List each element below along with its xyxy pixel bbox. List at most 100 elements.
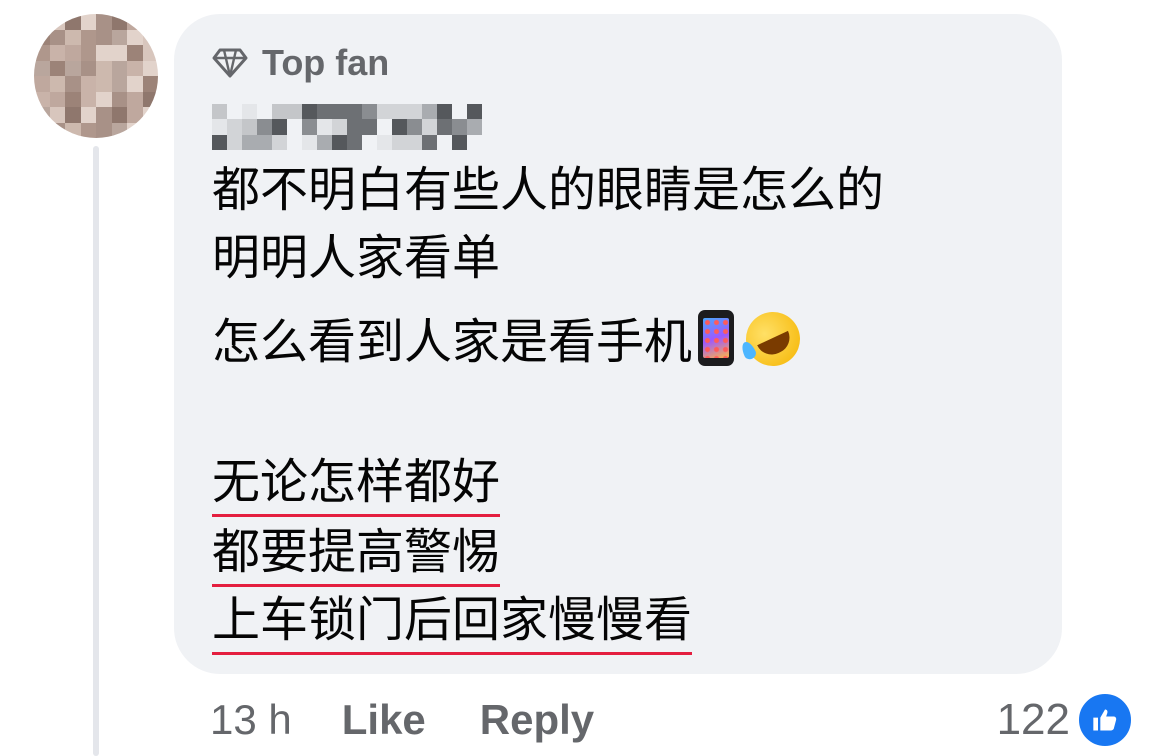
avatar-pixel xyxy=(80,107,96,123)
avatar-pixel xyxy=(96,122,112,138)
comment-line: 明明人家看单 xyxy=(212,228,500,288)
avatar-pixel xyxy=(34,76,50,92)
avatar-pixel xyxy=(34,29,50,45)
author-name-pixel xyxy=(407,119,422,135)
avatar-pixel xyxy=(34,60,50,76)
avatar-pixel xyxy=(96,14,112,30)
author-name-pixel xyxy=(467,119,482,135)
avatar-pixel xyxy=(49,122,65,138)
author-name-pixel xyxy=(332,104,347,120)
avatar-pixel xyxy=(111,76,127,92)
avatar-pixel xyxy=(111,60,127,76)
comment-text-underlined: 上车锁门后回家慢慢看 xyxy=(212,590,693,655)
author-name-pixel xyxy=(257,134,272,150)
avatar-pixel xyxy=(127,60,143,76)
author-name-pixel xyxy=(437,119,452,135)
avatar-pixel xyxy=(111,107,127,123)
avatar-pixel xyxy=(49,107,65,123)
author-name-pixel xyxy=(317,119,332,135)
avatar-pixel xyxy=(65,60,81,76)
avatar-pixel xyxy=(127,29,143,45)
author-name-pixel xyxy=(212,104,227,120)
avatar[interactable] xyxy=(34,14,158,138)
avatar-pixel xyxy=(80,45,96,61)
author-name-pixel xyxy=(302,134,317,150)
author-name-pixel xyxy=(377,134,392,150)
author-name-pixel xyxy=(452,134,467,150)
avatar-pixel xyxy=(142,14,158,30)
author-name-pixel xyxy=(257,104,272,120)
comment-text: 都不明白有些人的眼睛是怎么的 xyxy=(212,162,885,218)
rolling-on-floor-laughing-emoji xyxy=(737,303,809,375)
avatar-pixel xyxy=(65,91,81,107)
avatar-pixel xyxy=(65,107,81,123)
author-name-pixel xyxy=(377,104,392,120)
avatar-pixel xyxy=(49,45,65,61)
author-name-pixel xyxy=(392,119,407,135)
avatar-pixel xyxy=(127,14,143,30)
avatar-pixel xyxy=(65,14,81,30)
avatar-pixel xyxy=(80,76,96,92)
avatar-pixel xyxy=(80,122,96,138)
avatar-pixel xyxy=(96,60,112,76)
comment-line: 上车锁门后回家慢慢看 xyxy=(212,590,693,655)
avatar-pixel xyxy=(34,45,50,61)
avatar-pixel xyxy=(80,14,96,30)
author-name-pixel xyxy=(332,134,347,150)
author-name-pixel xyxy=(347,104,362,120)
avatar-pixel xyxy=(49,14,65,30)
author-name-pixel xyxy=(362,104,377,120)
author-name-pixel xyxy=(317,104,332,120)
author-name-pixel xyxy=(227,119,242,135)
author-name-pixel xyxy=(362,119,377,135)
avatar-pixel xyxy=(96,29,112,45)
author-name-pixel xyxy=(452,119,467,135)
mobile-phone-emoji xyxy=(698,310,735,366)
thumbs-up-icon xyxy=(1076,691,1134,749)
author-name-pixel xyxy=(467,104,482,120)
avatar-pixel xyxy=(111,14,127,30)
comment-text-underlined: 无论怎样都好 xyxy=(212,452,501,517)
top-fan-label: Top fan xyxy=(262,42,390,83)
author-name-pixel xyxy=(437,104,452,120)
comment-text: 怎么看到人家是看手机 xyxy=(212,314,693,370)
comment-line: 怎么看到人家是看手机 xyxy=(212,303,809,375)
author-name-blurred[interactable] xyxy=(212,104,482,150)
avatar-pixel xyxy=(142,91,158,107)
avatar-pixel xyxy=(34,14,50,30)
reactions-summary[interactable]: 122 xyxy=(997,690,1134,750)
comment-text-underlined: 都要提高警惕 xyxy=(212,522,501,587)
timestamp[interactable]: 13 h xyxy=(210,696,292,744)
avatar-pixel xyxy=(49,91,65,107)
author-name-pixel xyxy=(212,119,227,135)
avatar-pixel xyxy=(34,122,50,138)
author-name-pixel xyxy=(272,119,287,135)
author-name-pixel xyxy=(377,119,392,135)
comment-page: Top fan 都不明白有些人的眼睛是怎么的 明明人家看单 怎么看到人家是看手机… xyxy=(0,0,1170,756)
author-name-pixel xyxy=(362,134,377,150)
avatar-pixel xyxy=(49,60,65,76)
author-name-pixel xyxy=(422,134,437,150)
like-button[interactable]: Like xyxy=(342,696,426,744)
author-name-pixel xyxy=(227,134,242,150)
avatar-pixel xyxy=(127,107,143,123)
avatar-pixel xyxy=(111,29,127,45)
avatar-pixel xyxy=(142,76,158,92)
avatar-pixel xyxy=(127,76,143,92)
avatar-pixel xyxy=(34,107,50,123)
comment-line: 无论怎样都好 xyxy=(212,452,501,517)
author-name-pixel xyxy=(392,104,407,120)
avatar-pixel xyxy=(49,29,65,45)
avatar-pixel xyxy=(65,122,81,138)
author-name-pixel xyxy=(287,104,302,120)
avatar-pixel xyxy=(127,122,143,138)
avatar-pixel xyxy=(65,76,81,92)
author-name-pixel xyxy=(422,119,437,135)
author-name-pixel xyxy=(272,134,287,150)
avatar-pixel xyxy=(142,29,158,45)
author-name-pixel xyxy=(272,104,287,120)
reaction-count: 122 xyxy=(996,695,1070,744)
author-name-pixel xyxy=(317,134,332,150)
thread-line xyxy=(93,146,99,756)
reply-button[interactable]: Reply xyxy=(480,696,594,744)
